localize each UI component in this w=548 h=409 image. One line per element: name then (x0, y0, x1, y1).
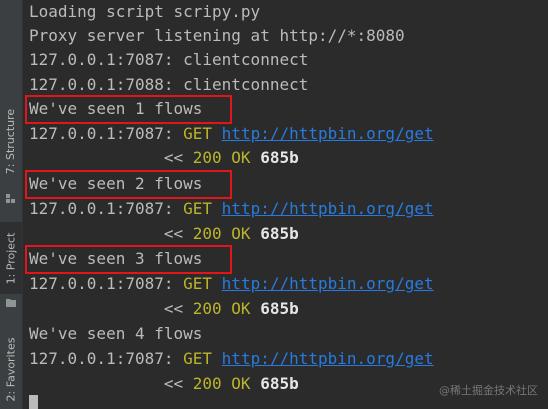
request-line: 127.0.0.1:7087: GET http://httpbin.org/g… (29, 347, 434, 371)
response-status: 200 OK (192, 374, 251, 393)
tab-structure[interactable]: 7: Structure (0, 95, 22, 187)
request-ip: 127.0.0.1:7087: (29, 349, 184, 368)
request-url-link[interactable]: http://httpbin.org/get (222, 349, 434, 368)
console-line: Loading script scripy.py (29, 2, 261, 21)
flow-count-line: We've seen 3 flows (29, 249, 203, 268)
response-prefix: << (163, 374, 193, 393)
request-url-link[interactable]: http://httpbin.org/get (222, 124, 434, 143)
console-line: Proxy server listening at http://*:8080 (29, 26, 405, 45)
flow-count-line: We've seen 1 flows (29, 99, 203, 118)
console-line: 127.0.0.1:7087: clientconnect (29, 50, 309, 69)
response-prefix: << (163, 148, 193, 167)
structure-icon (6, 194, 15, 203)
watermark: @稀土掘金技术社区 (439, 384, 538, 397)
response-size: 685b (260, 148, 299, 167)
tool-window-sidebar: 7: Structure 1: Project 2: Favorites (0, 0, 23, 409)
request-method: GET (183, 274, 213, 293)
response-line: << 200 OK 685b (29, 372, 299, 396)
response-line: << 200 OK 685b (29, 146, 299, 170)
request-line: 127.0.0.1:7087: GET http://httpbin.org/g… (29, 197, 434, 221)
request-method: GET (183, 199, 213, 218)
console-cursor (29, 395, 38, 409)
response-status: 200 OK (192, 224, 251, 243)
request-url-link[interactable]: http://httpbin.org/get (222, 274, 434, 293)
response-line: << 200 OK 685b (29, 222, 299, 246)
run-console-output[interactable]: Loading script scripy.py Proxy server li… (22, 0, 548, 409)
response-prefix: << (163, 299, 193, 318)
folder-icon (6, 299, 16, 307)
response-status: 200 OK (192, 148, 251, 167)
response-size: 685b (260, 224, 299, 243)
flow-count-line: We've seen 2 flows (29, 174, 203, 193)
tab-favorites-label: 2: Favorites (4, 337, 18, 402)
tab-project-label: 1: Project (4, 232, 18, 284)
console-line: 127.0.0.1:7088: clientconnect (29, 75, 309, 94)
request-line: 127.0.0.1:7087: GET http://httpbin.org/g… (29, 122, 434, 146)
response-status: 200 OK (192, 299, 251, 318)
response-line: << 200 OK 685b (29, 297, 299, 321)
request-method: GET (183, 349, 213, 368)
tab-favorites[interactable]: 2: Favorites (0, 330, 22, 409)
request-line: 127.0.0.1:7087: GET http://httpbin.org/g… (29, 272, 434, 296)
request-ip: 127.0.0.1:7087: (29, 274, 184, 293)
response-prefix: << (163, 224, 193, 243)
request-ip: 127.0.0.1:7087: (29, 199, 184, 218)
tab-project[interactable]: 1: Project (0, 222, 22, 294)
request-url-link[interactable]: http://httpbin.org/get (222, 199, 434, 218)
request-ip: 127.0.0.1:7087: (29, 124, 184, 143)
response-size: 685b (260, 374, 299, 393)
request-method: GET (183, 124, 213, 143)
tab-structure-label: 7: Structure (4, 108, 18, 174)
response-size: 685b (260, 299, 299, 318)
flow-count-line: We've seen 4 flows (29, 324, 203, 343)
